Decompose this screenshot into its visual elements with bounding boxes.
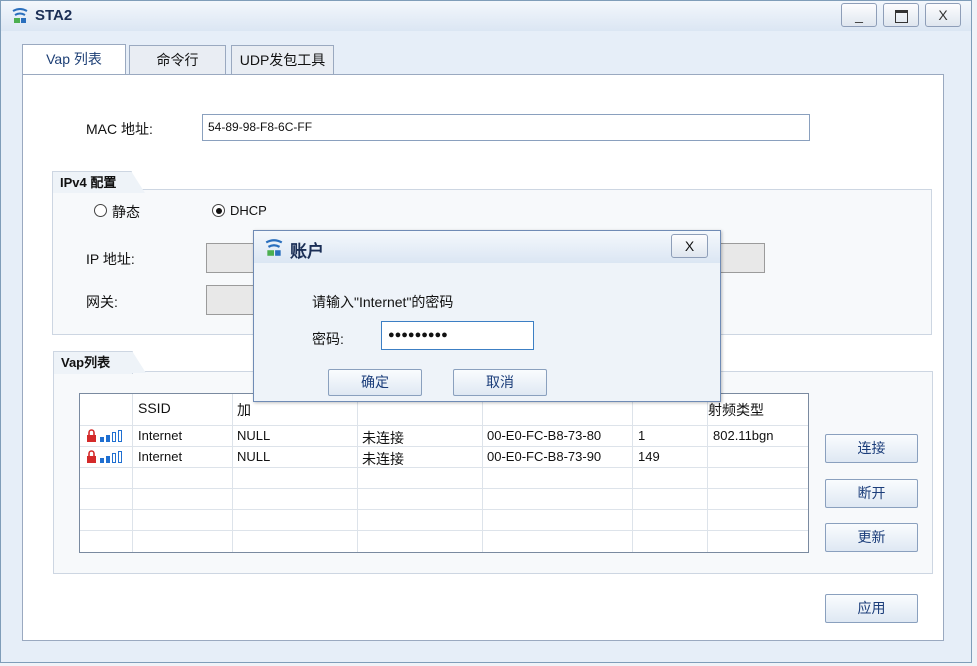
account-dialog: 账户 X 请输入"Internet"的密码 密码: ●●●●●●●●● 确定 取… [253,230,721,402]
cell-bssid: 00-E0-FC-B8-73-80 [487,428,602,443]
dhcp-radio[interactable] [212,204,225,217]
cell-encryption: NULL [237,449,271,464]
cell-ssid: Internet [138,449,183,464]
dialog-title-bar[interactable]: 账户 X [254,231,720,263]
cancel-button[interactable]: 取消 [453,369,547,396]
table-row[interactable]: Internet NULL 未连接 00-E0-FC-B8-73-80 1 80… [80,426,808,446]
col-ssid[interactable]: SSID [138,400,171,416]
title-bar[interactable]: STA2 _ X [1,1,971,31]
password-prompt: 请输入"Internet"的密码 [312,294,454,310]
maximize-icon [894,10,908,23]
close-button[interactable]: X [925,3,961,27]
lock-signal-icon [87,450,122,463]
dialog-close-button[interactable]: X [671,234,708,258]
lock-signal-icon [87,429,122,442]
tab-vap-list[interactable]: Vap 列表 [22,44,126,75]
col-encryption[interactable]: 加 [237,400,251,420]
cell-channel: 1 [638,428,646,443]
table-row[interactable]: Internet NULL 未连接 00-E0-FC-B8-73-90 149 [80,447,808,467]
network-app-icon [265,239,283,256]
ip-label: IP 地址: [86,251,135,267]
cell-bssid: 00-E0-FC-B8-73-90 [487,449,602,464]
minimize-button[interactable]: _ [841,3,877,27]
ipv4-group-title: IPv4 配置 [52,171,145,193]
cell-status: 未连接 [362,451,404,467]
col-radio-type[interactable]: 射频类型 [708,400,764,420]
disconnect-button[interactable]: 断开 [825,479,918,508]
dialog-title: 账户 [290,242,324,261]
vap-table: SSID 加 射频类型 Internet NULL 未连接 00-E0-FC-B… [79,393,809,553]
refresh-button[interactable]: 更新 [825,523,918,552]
window-title: STA2 [35,7,73,24]
cell-ssid: Internet [138,428,183,443]
password-label: 密码: [312,331,344,347]
mac-field[interactable]: 54-89-98-F8-6C-FF [202,114,810,141]
maximize-button[interactable] [883,3,919,27]
network-app-icon [12,8,28,23]
password-input[interactable]: ●●●●●●●●● [381,321,534,350]
ok-button[interactable]: 确定 [328,369,422,396]
cell-radio: 802.11bgn [713,428,774,443]
mac-label: MAC 地址: [86,121,153,137]
cell-status: 未连接 [362,430,404,446]
dhcp-label: DHCP [230,203,267,218]
tab-command-line[interactable]: 命令行 [129,45,226,74]
cell-encryption: NULL [237,428,271,443]
apply-button[interactable]: 应用 [825,594,918,623]
connect-button[interactable]: 连接 [825,434,918,463]
vap-group-title: Vap列表 [53,351,146,374]
tab-udp-tool[interactable]: UDP发包工具 [231,45,334,74]
static-radio[interactable] [94,204,107,217]
cell-channel: 149 [638,449,660,464]
gateway-label: 网关: [86,294,118,310]
static-label: 静态 [112,204,140,220]
